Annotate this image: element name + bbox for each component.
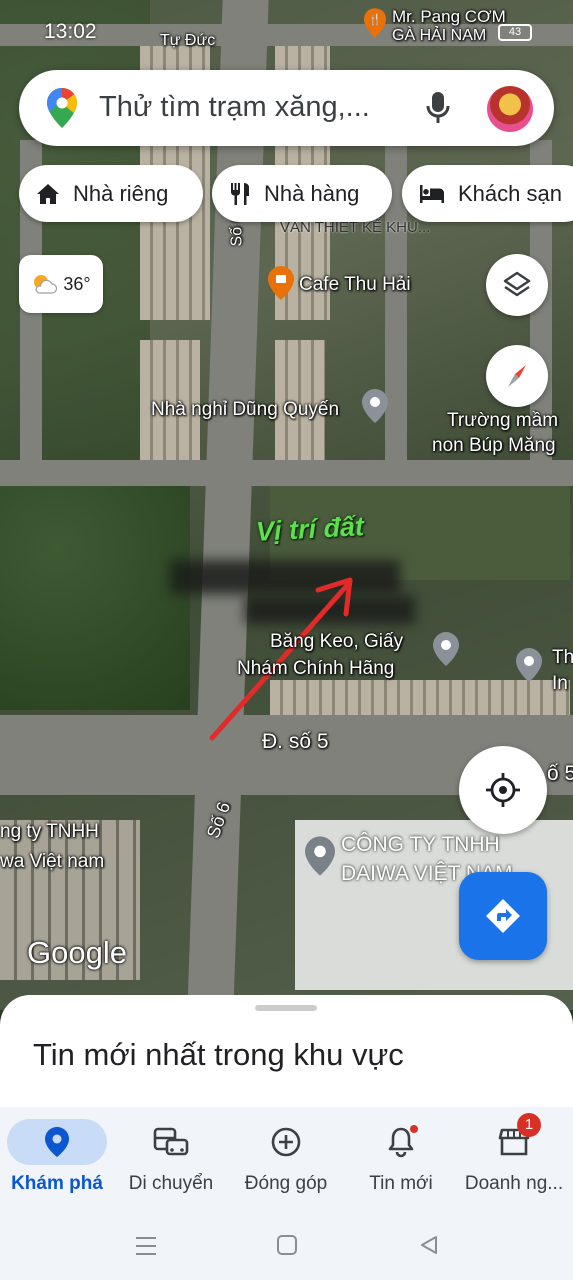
nav-commute-icon-wrap (136, 1119, 206, 1165)
compass-icon (508, 365, 526, 387)
map-label-so5-right: ố 5 (547, 762, 573, 785)
nav-contribute-label: Đóng góp (244, 1173, 328, 1194)
nav-commute-label: Di chuyển (128, 1173, 214, 1194)
notification-dot (410, 1125, 418, 1133)
bottom-sheet[interactable]: Tin mới nhất trong khu vực (0, 995, 573, 1115)
map-label-wa-viet-nam[interactable]: wa Việt nam (0, 850, 104, 874)
map-label-nha-nghi[interactable]: Nhà nghỉ Dũng Quyến (151, 398, 339, 422)
annotation-vi-tri-dat: Vị trí đất (255, 511, 365, 547)
my-location-icon (486, 773, 520, 807)
sheet-title: Tin mới nhất trong khu vực (33, 1037, 404, 1072)
map-label-nham-chinh-hang[interactable]: Nhám Chính Hãng (237, 657, 394, 681)
my-location-button[interactable] (459, 746, 547, 834)
red-arrow-annotation (209, 577, 353, 741)
chip-home-label: Nhà riêng (73, 180, 169, 206)
nav-business-icon-wrap: 1 (479, 1113, 549, 1165)
weather-chip[interactable]: 36° (19, 255, 103, 313)
map-label-truong-mam[interactable]: Trường mầm (447, 409, 558, 433)
cafe-pin-icon[interactable] (268, 266, 294, 300)
restaurant-pin-icon[interactable]: 🍴 (364, 8, 386, 38)
home-button-icon[interactable] (276, 1234, 298, 1256)
chip-home[interactable]: Nhà riêng (19, 165, 203, 222)
place-pin-icon[interactable] (516, 648, 542, 682)
chip-restaurant[interactable]: Nhà hàng (212, 165, 392, 222)
business-badge: 1 (517, 1113, 541, 1137)
map-label-cty-left[interactable]: ng ty TNHH (0, 820, 99, 844)
nav-item-explore[interactable]: Khám phá (0, 1107, 116, 1213)
nav-item-commute[interactable]: Di chuyển (112, 1107, 230, 1213)
nav-item-contribute[interactable]: Đóng góp (227, 1107, 345, 1213)
place-pin-icon[interactable] (433, 632, 459, 666)
map-label-cong-ty-daiwa[interactable]: CÔNG TY TNHH (341, 833, 500, 857)
compass-button[interactable] (486, 345, 548, 407)
partly-cloudy-icon (34, 275, 58, 294)
map-label-tu-duc[interactable]: Tự Đức (160, 29, 215, 53)
map-label-non-bup-mang[interactable]: non Búp Măng (432, 434, 556, 458)
explore-pin-icon (45, 1127, 69, 1157)
nav-contribute-icon-wrap (251, 1119, 321, 1165)
map-label-cafe[interactable]: Cafe Thu Hải (299, 273, 411, 297)
nav-item-updates[interactable]: Tin mới (342, 1107, 460, 1213)
status-time: 13:02 (44, 20, 97, 43)
contribute-icon (271, 1127, 301, 1157)
nav-business-label: Doanh ng... (464, 1173, 564, 1194)
directions-button[interactable] (459, 872, 547, 960)
nav-explore-icon-wrap (7, 1119, 107, 1165)
chip-hotel-label: Khách sạn (458, 180, 562, 206)
google-maps-logo-icon (47, 88, 77, 128)
satellite-map[interactable]: Mr. Pang CƠM GÀ HẢI NAM 🍴 Tự Đức Số 6 VĂ… (0, 0, 573, 1010)
map-label-in[interactable]: In (552, 672, 568, 696)
home-icon (37, 183, 59, 204)
back-icon[interactable] (418, 1234, 440, 1256)
weather-temperature: 36° (63, 273, 91, 294)
restaurant-icon (231, 182, 249, 205)
nav-updates-label: Tin mới (369, 1173, 433, 1194)
map-label-bang-keo[interactable]: Băng Keo, Giấy (270, 630, 403, 654)
company-pin-icon[interactable] (305, 836, 335, 876)
microphone-icon[interactable] (423, 88, 453, 128)
directions-icon (486, 899, 520, 933)
battery-indicator: 43 (498, 24, 532, 41)
hotel-icon (420, 184, 444, 203)
map-label-th[interactable]: Th (552, 646, 573, 670)
google-logo: Google (27, 935, 127, 970)
chip-hotel[interactable]: Khách sạn (402, 165, 573, 222)
avatar[interactable] (487, 86, 533, 132)
system-navigation-bar (0, 1213, 573, 1280)
bottom-navigation: Khám phá Di chuyển Đóng góp Tin mới 1 Do… (0, 1107, 573, 1213)
search-input[interactable]: Thử tìm trạm xăng,... (99, 91, 370, 124)
commute-icon (153, 1127, 189, 1156)
nav-explore-label: Khám phá (11, 1173, 103, 1194)
recent-apps-icon[interactable] (134, 1235, 158, 1257)
chip-restaurant-label: Nhà hàng (264, 180, 360, 206)
nav-updates-icon-wrap (366, 1119, 436, 1165)
svg-text:🍴: 🍴 (368, 13, 382, 26)
map-label-duong-so5: Đ. số 5 (262, 730, 329, 753)
sheet-drag-handle[interactable] (255, 1005, 317, 1011)
nav-item-business[interactable]: 1 Doanh ng... (455, 1107, 573, 1213)
place-pin-icon[interactable] (362, 389, 388, 423)
layers-button[interactable] (486, 254, 548, 316)
layers-icon (503, 271, 531, 297)
road (0, 460, 573, 486)
vegetation-area (0, 480, 190, 710)
map-label-ga-hai-nam[interactable]: GÀ HẢI NAM (392, 24, 486, 48)
search-bar[interactable]: Thử tìm trạm xăng,... (19, 70, 554, 146)
